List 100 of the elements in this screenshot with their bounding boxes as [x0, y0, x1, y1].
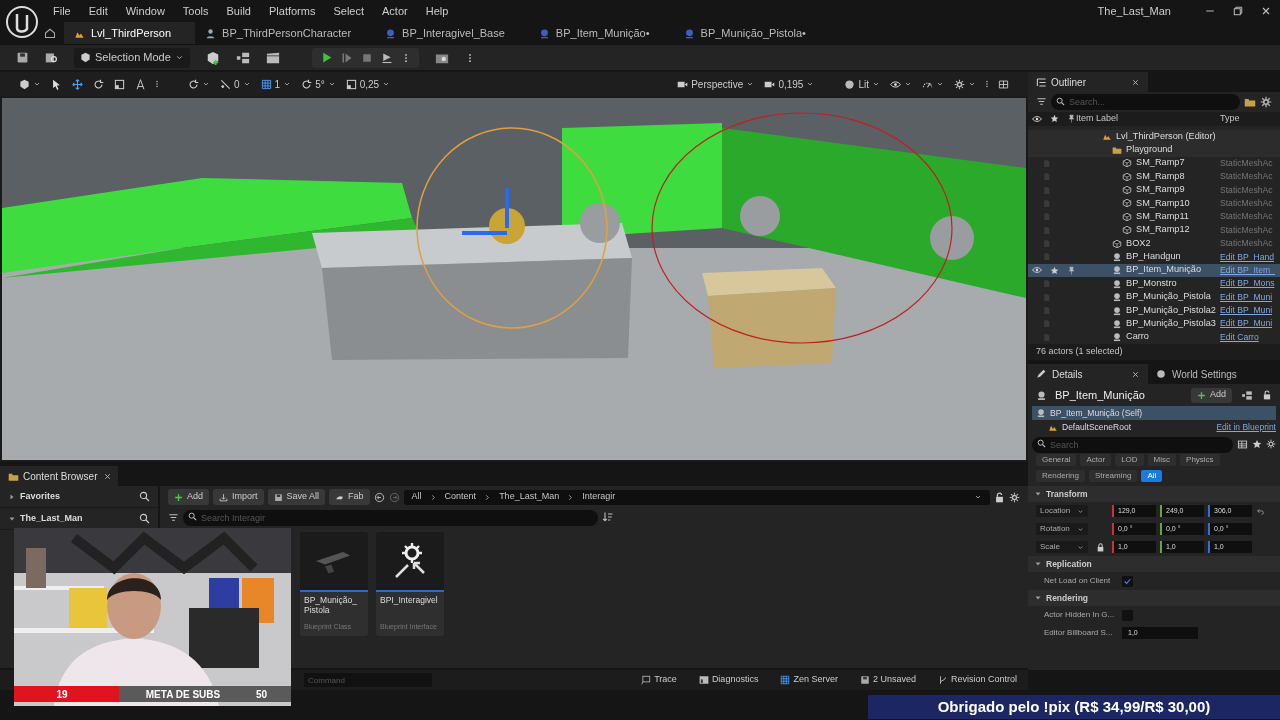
search-icon[interactable]	[139, 513, 150, 524]
status-button[interactable]: Zen Server	[777, 671, 841, 689]
outliner-row[interactable]: BP_Munição_Pistola Edit BP_Muni	[1028, 290, 1280, 304]
expanded-arrow-icon[interactable]	[1034, 594, 1042, 602]
blueprint-menu-icon[interactable]	[235, 50, 250, 65]
toolbar-button[interactable]: Import	[213, 489, 264, 505]
expanded-arrow-icon[interactable]	[1034, 560, 1042, 568]
outliner-row[interactable]: BOX2 StaticMeshAc	[1028, 236, 1280, 251]
step-icon[interactable]	[340, 51, 353, 64]
collapsed-arrow-icon[interactable]	[8, 492, 16, 501]
star-icon[interactable]	[1252, 439, 1262, 449]
filter-chip[interactable]: Actor	[1080, 454, 1112, 466]
editor-tab[interactable]: BP_Interagivel_Base	[375, 22, 529, 44]
outliner-row[interactable]: Carro Edit Carro	[1028, 330, 1280, 344]
outliner-row[interactable]: BP_Item_Munição Edit BP_Item_	[1028, 263, 1280, 278]
breadcrumb-link[interactable]: Content	[444, 490, 477, 504]
filter-chip[interactable]: Physics	[1180, 454, 1220, 466]
property-dropdown[interactable]: Rotation	[1036, 523, 1088, 535]
component-row[interactable]: BP_Item_Munição (Self)	[1032, 406, 1276, 420]
close-icon[interactable]	[1260, 5, 1272, 17]
expanded-arrow-icon[interactable]	[1034, 490, 1042, 498]
home-icon[interactable]	[44, 27, 56, 39]
status-button[interactable]: Revision Control	[934, 671, 1020, 689]
view-mode-dropdown[interactable]: Lit	[841, 75, 883, 93]
camera-speed-dropdown[interactable]: 0,195	[761, 75, 818, 93]
edit-link[interactable]: Edit in Blueprint	[1216, 420, 1276, 434]
menu-item[interactable]: Tools	[173, 2, 218, 20]
caret-icon[interactable]	[974, 493, 982, 501]
add-button[interactable]: Add	[1191, 387, 1232, 403]
menu-item[interactable]: Select	[324, 2, 374, 20]
panel-tab[interactable]: Details	[1028, 364, 1148, 384]
search-field[interactable]: Search...	[1051, 94, 1240, 111]
more-icon[interactable]	[153, 78, 161, 90]
settings-icon[interactable]	[1266, 439, 1276, 449]
toolbar-button[interactable]: Fab	[329, 489, 370, 505]
filter-chip[interactable]: All	[1141, 470, 1163, 482]
property-dropdown[interactable]: Location	[1036, 505, 1088, 517]
lock-icon[interactable]	[994, 491, 1005, 503]
search-field[interactable]: Search	[1032, 436, 1233, 453]
add-button[interactable]: Add	[168, 489, 209, 505]
column-header[interactable]: Type	[1220, 111, 1280, 126]
more-icon[interactable]	[983, 78, 991, 90]
edit-link[interactable]: Edit BP_Hand	[1220, 251, 1274, 262]
stop-icon[interactable]	[360, 51, 373, 64]
component-row[interactable]: DefaultSceneRoot Edit in Blueprint	[1032, 420, 1276, 434]
settings-icon[interactable]	[1009, 491, 1020, 503]
filter-chip[interactable]: Misc	[1147, 454, 1177, 466]
menu-item[interactable]: Window	[116, 2, 174, 20]
breadcrumb-link[interactable]: Interagir	[582, 490, 616, 504]
edit-link[interactable]: Edit Carro	[1220, 331, 1259, 342]
edit-link[interactable]: Edit BP_Muni	[1220, 318, 1273, 329]
outliner-row[interactable]: BP_Monstro Edit BP_Mons	[1028, 277, 1280, 291]
back-icon[interactable]	[373, 491, 385, 503]
filter-chip[interactable]: Streaming	[1088, 470, 1138, 482]
translate-snap-dropdown[interactable]: 0	[217, 75, 254, 93]
filter-chip[interactable]: LOD	[1115, 454, 1144, 466]
section-header[interactable]: Replication	[1046, 557, 1092, 571]
outliner-row[interactable]: SM_Ramp10 StaticMeshAc	[1028, 196, 1280, 211]
status-button[interactable]: Diagnostics	[695, 671, 762, 689]
close-icon[interactable]	[1131, 369, 1140, 379]
search-field[interactable]: Search Interagir	[183, 509, 598, 526]
search-icon[interactable]	[139, 491, 150, 502]
outliner-row[interactable]: SM_Ramp12 StaticMeshAc	[1028, 223, 1280, 237]
edit-link[interactable]: Edit BP_Muni	[1220, 305, 1273, 316]
lock-icon[interactable]	[1095, 542, 1105, 552]
status-button[interactable]: 2 Unsaved	[856, 671, 919, 689]
edit-link[interactable]: Edit BP_Muni	[1220, 291, 1273, 302]
lock-icon[interactable]	[1262, 390, 1272, 400]
table-icon[interactable]	[1237, 438, 1248, 450]
menu-item[interactable]: Platforms	[260, 2, 325, 20]
outliner-row[interactable]: BP_Munição_Pistola2 Edit BP_Muni	[1028, 303, 1280, 318]
outliner-row[interactable]: Playground	[1028, 143, 1280, 157]
filter-icon[interactable]	[1036, 96, 1047, 108]
panel-tab[interactable]: World Settings	[1148, 364, 1245, 384]
editor-tab[interactable]: BP_Munição_Pistola•	[673, 22, 830, 44]
rotate-snap-dropdown[interactable]: 5°	[298, 75, 339, 93]
filter-chip[interactable]: Rendering	[1036, 470, 1085, 482]
menu-item[interactable]: File	[44, 2, 80, 20]
grid-snap-dropdown[interactable]: 1	[257, 75, 295, 93]
eye-icon[interactable]	[1032, 265, 1042, 276]
outliner-row[interactable]: SM_Ramp8 StaticMeshAc	[1028, 169, 1280, 184]
section-header[interactable]: Favorites	[20, 489, 135, 504]
menu-item[interactable]: Build	[217, 2, 260, 20]
add-actor-icon[interactable]	[205, 50, 220, 65]
outliner-row[interactable]: SM_Ramp7 StaticMeshAc	[1028, 156, 1280, 170]
editor-tab[interactable]: BP_ThirdPersonCharacter	[195, 22, 376, 44]
checkbox[interactable]	[1122, 575, 1133, 587]
close-icon[interactable]	[103, 471, 113, 481]
save-icon[interactable]	[16, 51, 29, 64]
breadcrumb-link[interactable]: The_Last_Man	[499, 490, 560, 504]
filter-chip[interactable]: General	[1036, 454, 1077, 466]
status-button[interactable]: Trace	[638, 671, 680, 689]
restore-icon[interactable]	[1232, 5, 1244, 17]
outliner-row[interactable]: BP_Handgun Edit BP_Hand	[1028, 250, 1280, 264]
close-icon[interactable]	[1131, 77, 1140, 87]
reset-icon[interactable]	[1256, 506, 1265, 516]
menu-item[interactable]: Edit	[79, 2, 117, 20]
sort-icon[interactable]	[602, 511, 614, 523]
view-dropdown[interactable]: Perspective	[674, 75, 758, 93]
edit-link[interactable]: Edit BP_Item_	[1220, 264, 1275, 275]
